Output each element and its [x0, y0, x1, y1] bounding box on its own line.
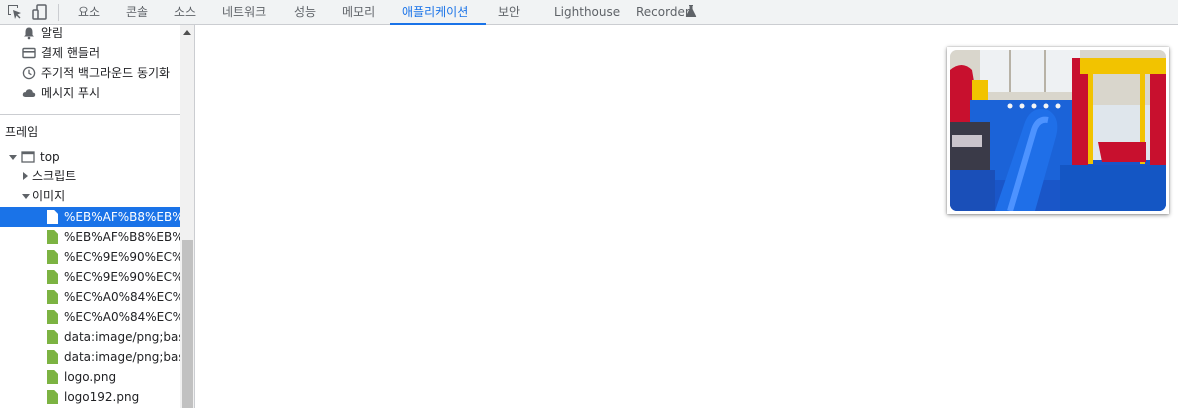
- cloud-icon: [22, 86, 36, 100]
- devtools-toolbar: 요소 콘솔 소스 네트워크 성능 메모리 애플리케이션 보안 Lighthous…: [0, 0, 1178, 25]
- sidebar-item-periodic-sync[interactable]: 주기적 백그라운드 동기화: [0, 63, 180, 83]
- image-list-item[interactable]: %EC%9E%90%EC%A0: [0, 247, 180, 267]
- sidebar-item-label: 이미지: [32, 189, 66, 203]
- image-file-name: %EC%9E%90%EC%A0: [64, 270, 180, 284]
- sidebar-item-scripts[interactable]: 스크립트: [0, 166, 180, 186]
- sidebar-item-label: 메시지 푸시: [41, 86, 101, 100]
- clock-icon: [22, 66, 36, 80]
- image-list-item[interactable]: %EB%AF%B8%EB%81: [0, 227, 180, 247]
- image-file-icon: [47, 250, 58, 264]
- tab-security[interactable]: 보안: [498, 0, 520, 25]
- window-icon: [21, 150, 35, 164]
- image-list-item[interactable]: %EB%AF%B8%EB%81: [0, 207, 180, 227]
- image-file-icon: [47, 310, 58, 324]
- image-file-name: %EC%A0%84%EC%9E: [64, 290, 180, 304]
- collapse-arrow-icon[interactable]: [22, 194, 30, 199]
- image-file-name: %EC%A0%84%EC%9E: [64, 310, 180, 324]
- image-file-icon: [47, 210, 58, 224]
- tab-application[interactable]: 애플리케이션: [402, 0, 468, 25]
- device-toolbar-icon[interactable]: [30, 2, 50, 22]
- image-list-item[interactable]: data:image/png;base.: [0, 347, 180, 367]
- frames-section-title: 프레임: [5, 125, 39, 139]
- tab-recorder[interactable]: Recorder: [636, 0, 690, 25]
- image-file-name: %EB%AF%B8%EB%81: [64, 210, 180, 224]
- sidebar-item-notifications[interactable]: 알림: [0, 25, 180, 43]
- sidebar-scrollbar[interactable]: [180, 25, 194, 408]
- image-file-icon: [47, 350, 58, 364]
- image-file-icon: [47, 330, 58, 344]
- flask-icon: [685, 4, 697, 18]
- image-file-name: %EB%AF%B8%EB%81: [64, 230, 180, 244]
- image-file-icon: [47, 230, 58, 244]
- sidebar-item-push-messaging[interactable]: 메시지 푸시: [0, 83, 180, 103]
- image-file-name: logo192.png: [64, 390, 140, 404]
- toolbar-separator: [58, 4, 59, 21]
- image-list-item[interactable]: %EC%A0%84%EC%9E: [0, 307, 180, 327]
- tab-elements[interactable]: 요소: [78, 0, 100, 25]
- tab-network[interactable]: 네트워크: [222, 0, 266, 25]
- sidebar-item-frame-top[interactable]: top: [0, 147, 180, 167]
- image-list-item[interactable]: %EC%A0%84%EC%9E: [0, 287, 180, 307]
- expand-arrow-icon[interactable]: [9, 155, 17, 160]
- tab-memory[interactable]: 메모리: [342, 0, 375, 25]
- sidebar-item-payment-handler[interactable]: 결제 핸들러: [0, 43, 180, 63]
- sidebar-divider: [0, 114, 180, 115]
- image-file-icon: [47, 290, 58, 304]
- image-list-item[interactable]: logo192.png: [0, 387, 180, 407]
- image-preview: [947, 47, 1169, 214]
- tab-sources[interactable]: 소스: [174, 0, 196, 25]
- image-file-icon: [47, 270, 58, 284]
- image-file-icon: [47, 390, 58, 404]
- image-list-item[interactable]: data:image/png;base.: [0, 327, 180, 347]
- image-list-item[interactable]: %EC%9E%90%EC%A0: [0, 267, 180, 287]
- scroll-up-arrow-icon[interactable]: [183, 30, 191, 35]
- image-file-name: data:image/png;base.: [64, 350, 180, 364]
- credit-card-icon: [22, 46, 36, 60]
- sidebar-item-images[interactable]: 이미지: [0, 186, 180, 206]
- playground-photo: [950, 50, 1166, 211]
- sidebar-item-label: top: [40, 150, 60, 164]
- image-file-name: data:image/png;base.: [64, 330, 180, 344]
- scrollbar-thumb[interactable]: [182, 240, 193, 408]
- expand-arrow-icon[interactable]: [23, 172, 28, 180]
- tab-lighthouse[interactable]: Lighthouse: [554, 0, 620, 25]
- image-file-name: logo.png: [64, 370, 117, 384]
- sidebar-item-label: 알림: [41, 26, 64, 40]
- image-list-item[interactable]: logo.png: [0, 367, 180, 387]
- tab-performance[interactable]: 성능: [294, 0, 316, 25]
- sidebar-item-label: 주기적 백그라운드 동기화: [41, 66, 171, 80]
- inspect-element-icon[interactable]: [5, 2, 25, 22]
- sidebar-item-label: 스크립트: [32, 169, 77, 183]
- image-preview-pane: [196, 25, 1178, 408]
- sidebar-item-label: 결제 핸들러: [41, 46, 101, 60]
- tab-console[interactable]: 콘솔: [126, 0, 148, 25]
- image-file-icon: [47, 370, 58, 384]
- image-file-name: %EC%9E%90%EC%A0: [64, 250, 180, 264]
- application-sidebar: 알림 결제 핸들러 주기적 백그라운드 동기화 메시지 푸시 프레임 top 스…: [0, 25, 195, 408]
- bell-icon: [22, 26, 36, 40]
